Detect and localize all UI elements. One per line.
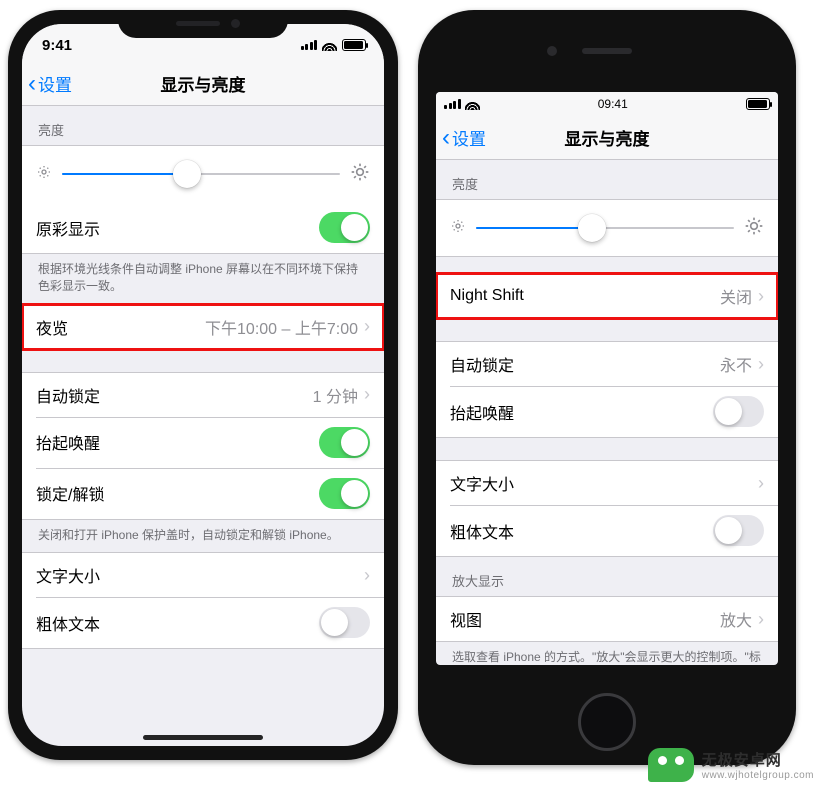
screen-right: 09:41 ‹ 设置 显示与亮度 亮度	[436, 92, 778, 665]
auto-lock-detail: 1 分钟	[313, 383, 358, 407]
chevron-right-icon: ›	[758, 286, 764, 307]
auto-lock-row[interactable]: 自动锁定 1 分钟 ›	[22, 373, 384, 417]
chevron-right-icon: ›	[758, 473, 764, 494]
watermark-name: 无极安卓网	[702, 749, 814, 770]
chevron-right-icon: ›	[364, 384, 370, 405]
lock-unlock-label: 锁定/解锁	[36, 481, 319, 505]
brightness-header: 亮度	[22, 106, 384, 145]
bold-text-switch[interactable]	[319, 607, 370, 638]
iphone-x-frame: 9:41 ‹ 设置 显示与亮度 亮度	[8, 10, 398, 760]
battery-icon	[746, 98, 770, 110]
text-size-label: 文字大小	[36, 563, 364, 587]
zoom-footer: 选取查看 iPhone 的方式。"放大"会显示更大的控制项。"标准"会显示更多的…	[436, 642, 778, 665]
wifi-icon	[322, 39, 337, 51]
iphone-8-frame: 09:41 ‹ 设置 显示与亮度 亮度	[418, 10, 796, 765]
brightness-slider[interactable]	[476, 214, 734, 242]
bold-text-switch[interactable]	[713, 515, 764, 546]
true-tone-footer: 根据环境光线条件自动调整 iPhone 屏幕以在不同环境下保持色彩显示一致。	[22, 254, 384, 304]
raise-to-wake-switch[interactable]	[713, 396, 764, 427]
watermark-url: www.wjhotelgroup.com	[702, 770, 814, 781]
chevron-left-icon: ‹	[442, 126, 450, 150]
raise-to-wake-row: 抬起唤醒	[436, 386, 778, 437]
battery-icon	[342, 39, 366, 51]
back-button[interactable]: ‹ 设置	[436, 125, 486, 150]
brightness-low-icon	[36, 164, 52, 185]
auto-lock-detail: 永不	[720, 352, 752, 376]
text-size-label: 文字大小	[450, 471, 758, 495]
status-bar: 09:41	[436, 92, 778, 116]
lock-footer: 关闭和打开 iPhone 保护盖时，自动锁定和解锁 iPhone。	[22, 520, 384, 552]
bold-text-row: 粗体文本	[22, 597, 384, 648]
lock-unlock-switch[interactable]	[319, 478, 370, 509]
bold-text-label: 粗体文本	[450, 519, 713, 543]
brightness-low-icon	[450, 218, 466, 239]
cellular-icon	[301, 40, 318, 50]
status-time: 09:41	[598, 97, 628, 111]
lock-unlock-row: 锁定/解锁	[22, 468, 384, 519]
text-size-row[interactable]: 文字大小 ›	[22, 553, 384, 597]
chevron-left-icon: ‹	[28, 72, 36, 96]
bold-text-label: 粗体文本	[36, 611, 319, 635]
chevron-right-icon: ›	[364, 565, 370, 586]
nav-bar: ‹ 设置 显示与亮度	[22, 62, 384, 106]
back-button[interactable]: ‹ 设置	[22, 71, 72, 96]
page-title: 显示与亮度	[436, 125, 778, 150]
auto-lock-row[interactable]: 自动锁定 永不 ›	[436, 342, 778, 386]
brightness-row	[22, 146, 384, 202]
chevron-right-icon: ›	[758, 609, 764, 630]
home-button[interactable]	[578, 693, 636, 751]
raise-to-wake-label: 抬起唤醒	[36, 430, 319, 454]
true-tone-label: 原彩显示	[36, 216, 319, 240]
night-shift-detail: 关闭	[720, 284, 752, 308]
auto-lock-label: 自动锁定	[36, 383, 313, 407]
brightness-row	[436, 200, 778, 256]
page-title: 显示与亮度	[22, 71, 384, 96]
auto-lock-label: 自动锁定	[450, 352, 720, 376]
watermark: 无极安卓网 www.wjhotelgroup.com	[648, 748, 814, 782]
back-label: 设置	[38, 71, 72, 96]
status-time: 9:41	[42, 37, 72, 54]
nav-bar: ‹ 设置 显示与亮度	[436, 116, 778, 160]
screen-left: 9:41 ‹ 设置 显示与亮度 亮度	[22, 24, 384, 746]
cellular-icon	[444, 99, 461, 109]
night-shift-label: 夜览	[36, 315, 205, 339]
zoom-header: 放大显示	[436, 557, 778, 596]
brightness-high-icon	[350, 162, 370, 187]
true-tone-switch[interactable]	[319, 212, 370, 243]
display-zoom-label: 视图	[450, 607, 720, 631]
front-camera	[547, 46, 557, 56]
bold-text-row: 粗体文本	[436, 505, 778, 556]
text-size-row[interactable]: 文字大小 ›	[436, 461, 778, 505]
wifi-icon	[465, 98, 480, 110]
night-shift-detail: 下午10:00 – 上午7:00	[205, 315, 358, 339]
earpiece	[582, 48, 632, 54]
home-indicator	[143, 735, 263, 740]
raise-to-wake-label: 抬起唤醒	[450, 400, 713, 424]
notch	[118, 10, 288, 38]
display-zoom-detail: 放大	[720, 607, 752, 631]
raise-to-wake-row: 抬起唤醒	[22, 417, 384, 468]
night-shift-row[interactable]: 夜览 下午10:00 – 上午7:00 ›	[22, 305, 384, 349]
raise-to-wake-switch[interactable]	[319, 427, 370, 458]
brightness-slider[interactable]	[62, 160, 340, 188]
brightness-header: 亮度	[436, 160, 778, 199]
night-shift-row[interactable]: Night Shift 关闭 ›	[436, 274, 778, 318]
night-shift-label: Night Shift	[450, 287, 720, 305]
watermark-logo-icon	[648, 748, 694, 782]
brightness-high-icon	[744, 216, 764, 241]
display-zoom-row[interactable]: 视图 放大 ›	[436, 597, 778, 641]
chevron-right-icon: ›	[758, 354, 764, 375]
true-tone-row: 原彩显示	[22, 202, 384, 253]
back-label: 设置	[452, 125, 486, 150]
chevron-right-icon: ›	[364, 316, 370, 337]
